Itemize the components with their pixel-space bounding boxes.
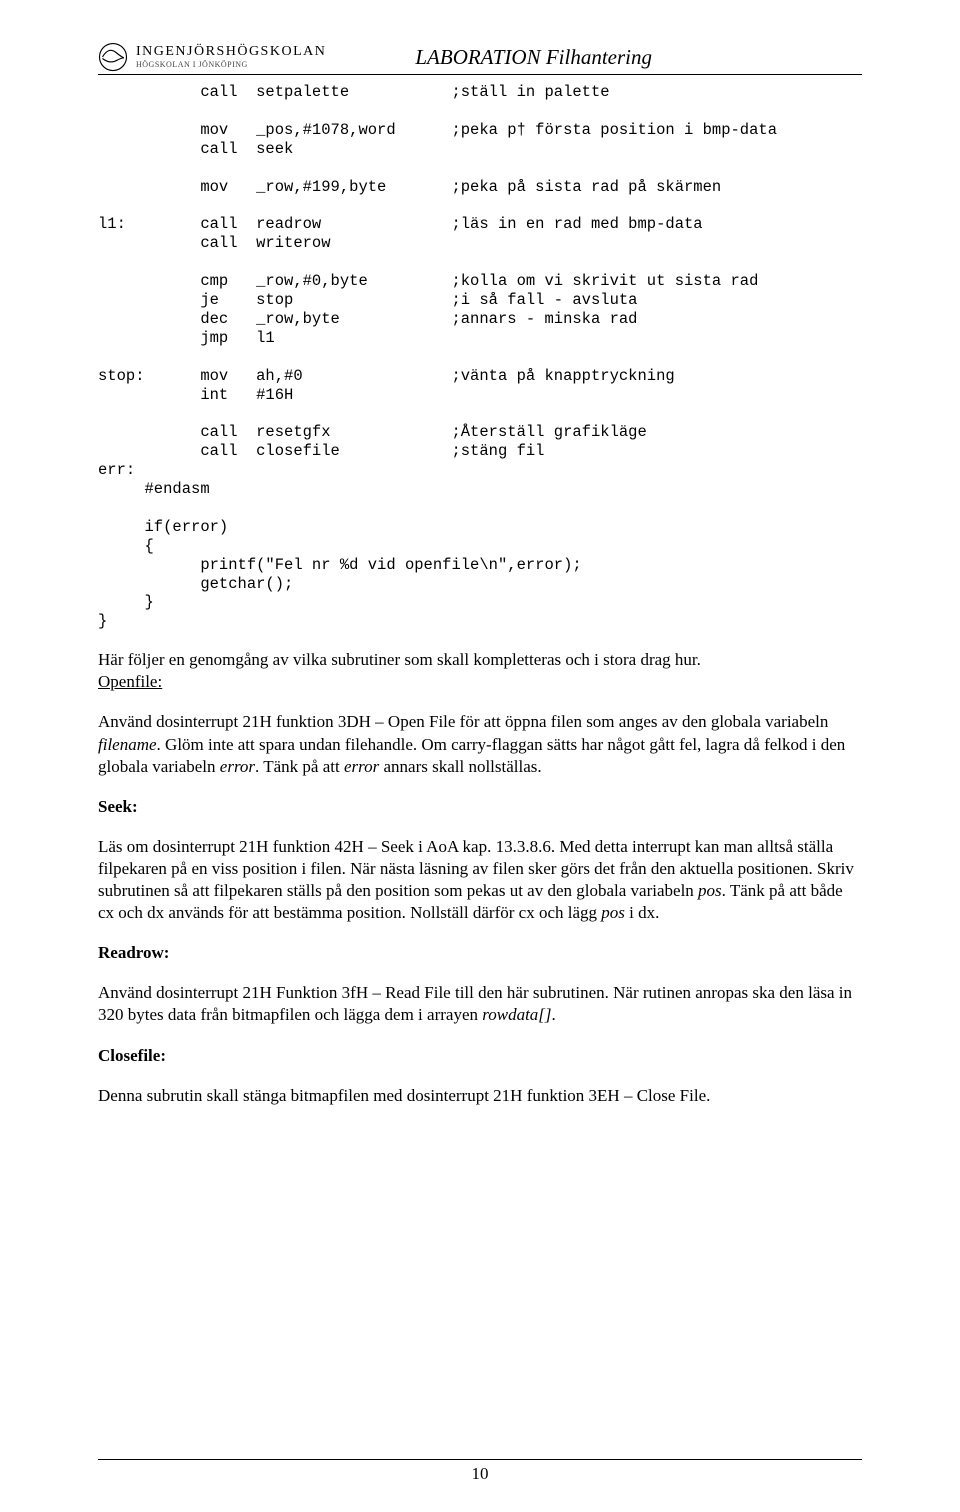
openfile-label: Openfile: [98,671,862,693]
school-name: INGENJÖRSHÖGSKOLAN [136,45,326,59]
page-number: 10 [0,1464,960,1484]
openfile-paragraph: Använd dosinterrupt 21H funktion 3DH – O… [98,711,862,777]
logo-block: INGENJÖRSHÖGSKOLAN HÖGSKOLAN I JÖNKÖPING [98,42,326,72]
footer-rule [98,1459,862,1460]
readrow-paragraph: Använd dosinterrupt 21H Funktion 3fH – R… [98,982,862,1026]
school-logo-icon [98,42,128,72]
school-subname: HÖGSKOLAN I JÖNKÖPING [136,61,326,69]
code-listing: call setpalette ;ställ in palette mov _p… [98,83,862,631]
closefile-paragraph: Denna subrutin skall stänga bitmapfilen … [98,1085,862,1107]
closefile-label: Closefile: [98,1045,862,1067]
intro-text: Här följer en genomgång av vilka subruti… [98,649,862,671]
page-header: INGENJÖRSHÖGSKOLAN HÖGSKOLAN I JÖNKÖPING… [98,42,862,75]
readrow-label: Readrow: [98,942,862,964]
seek-label: Seek: [98,796,862,818]
seek-paragraph: Läs om dosinterrupt 21H funktion 42H – S… [98,836,862,924]
document-title: LABORATION Filhantering [415,45,862,72]
